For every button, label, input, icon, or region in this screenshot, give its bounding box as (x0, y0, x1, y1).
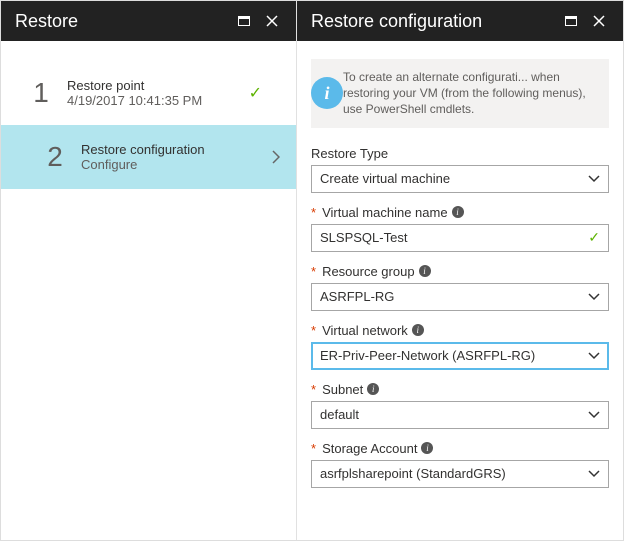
valid-check-icon: ✓ (588, 229, 600, 246)
restore-type-value: Create virtual machine (320, 171, 588, 186)
wizard-step-restore-configuration[interactable]: 2 Restore configuration Configure (1, 125, 296, 189)
step-subtitle: Configure (81, 157, 258, 172)
virtual-network-value: ER-Priv-Peer-Network (ASRFPL-RG) (320, 348, 588, 363)
check-icon: ✓ (249, 83, 262, 103)
resource-group-field: * Resource group i ASRFPL-RG (311, 264, 609, 311)
virtual-network-select[interactable]: ER-Priv-Peer-Network (ASRFPL-RG) (311, 342, 609, 370)
wizard-steps: 1 Restore point 4/19/2017 10:41:35 PM ✓ … (1, 41, 296, 189)
right-pane-header: Restore configuration (297, 1, 623, 41)
resource-group-label: Resource group (322, 264, 415, 279)
step-number: 2 (43, 141, 67, 173)
vm-name-label: Virtual machine name (322, 205, 448, 220)
subnet-label: Subnet (322, 382, 363, 397)
required-indicator: * (311, 382, 316, 397)
subnet-select[interactable]: default (311, 401, 609, 429)
info-icon[interactable]: i (412, 324, 424, 336)
restore-maximize-button[interactable] (230, 7, 258, 35)
maximize-icon (238, 16, 250, 26)
info-icon[interactable]: i (452, 206, 464, 218)
chevron-right-icon (272, 150, 280, 164)
chevron-down-icon (588, 175, 600, 183)
maximize-icon (565, 16, 577, 26)
resource-group-select[interactable]: ASRFPL-RG (311, 283, 609, 311)
restore-type-select[interactable]: Create virtual machine (311, 165, 609, 193)
info-icon[interactable]: i (367, 383, 379, 395)
resource-group-value: ASRFPL-RG (320, 289, 588, 304)
vm-name-input[interactable]: SLSPSQL-Test ✓ (311, 224, 609, 252)
restore-type-field: Restore Type Create virtual machine (311, 146, 609, 193)
close-icon (266, 15, 278, 27)
vm-name-value: SLSPSQL-Test (320, 230, 588, 245)
virtual-network-field: * Virtual network i ER-Priv-Peer-Network (… (311, 323, 609, 370)
required-indicator: * (311, 264, 316, 279)
storage-account-field: * Storage Account i asrfplsharepoint (Stan… (311, 441, 609, 488)
info-text: To create an alternate configurati... wh… (343, 59, 609, 128)
left-pane-title: Restore (15, 11, 230, 32)
config-maximize-button[interactable] (557, 7, 585, 35)
step-title: Restore configuration (81, 142, 258, 157)
restore-wizard-pane: Restore 1 Restore point 4/19/2017 10:41:… (1, 1, 297, 540)
restore-type-label: Restore Type (311, 146, 388, 161)
info-icon: i (311, 77, 343, 109)
restore-config-form: Restore Type Create virtual machine * Vir… (297, 142, 623, 504)
storage-account-select[interactable]: asrfplsharepoint (StandardGRS) (311, 460, 609, 488)
subnet-value: default (320, 407, 588, 422)
info-banner: i To create an alternate configurati... … (311, 59, 609, 128)
required-indicator: * (311, 323, 316, 338)
chevron-down-icon (588, 293, 600, 301)
restore-configuration-pane: Restore configuration i To create an alt… (297, 1, 623, 540)
virtual-network-label: Virtual network (322, 323, 408, 338)
close-icon (593, 15, 605, 27)
storage-account-value: asrfplsharepoint (StandardGRS) (320, 466, 588, 481)
step-number: 1 (29, 77, 53, 109)
config-close-button[interactable] (585, 7, 613, 35)
step-title: Restore point (67, 78, 235, 93)
step-subtitle: 4/19/2017 10:41:35 PM (67, 93, 235, 108)
restore-close-button[interactable] (258, 7, 286, 35)
chevron-down-icon (588, 352, 600, 360)
info-icon[interactable]: i (419, 265, 431, 277)
info-icon[interactable]: i (421, 442, 433, 454)
chevron-down-icon (588, 470, 600, 478)
storage-account-label: Storage Account (322, 441, 417, 456)
chevron-down-icon (588, 411, 600, 419)
required-indicator: * (311, 441, 316, 456)
wizard-step-restore-point[interactable]: 1 Restore point 4/19/2017 10:41:35 PM ✓ (19, 61, 278, 125)
left-pane-header: Restore (1, 1, 296, 41)
vm-name-field: * Virtual machine name i SLSPSQL-Test ✓ (311, 205, 609, 252)
subnet-field: * Subneti default (311, 382, 609, 429)
right-pane-title: Restore configuration (311, 11, 557, 32)
required-indicator: * (311, 205, 316, 220)
